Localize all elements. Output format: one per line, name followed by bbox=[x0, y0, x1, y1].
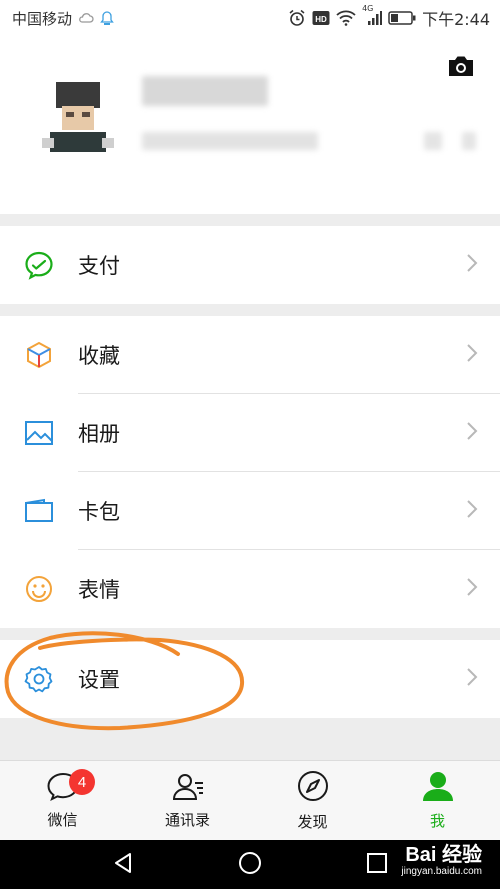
compass-icon bbox=[296, 769, 330, 807]
status-left: 中国移动 bbox=[12, 8, 114, 29]
profile-header[interactable] bbox=[0, 36, 500, 214]
tab-chats[interactable]: 4 微信 bbox=[0, 761, 125, 840]
hd-icon: HD bbox=[312, 10, 330, 26]
menu-item-stickers[interactable]: 表情 bbox=[0, 550, 500, 628]
menu-item-favorites[interactable]: 收藏 bbox=[0, 316, 500, 394]
chevron-right-icon bbox=[466, 343, 478, 367]
carrier-label: 中国移动 bbox=[12, 9, 73, 28]
wallet-icon bbox=[22, 248, 56, 282]
recent-apps-icon[interactable] bbox=[365, 851, 389, 879]
settings-section: 设置 bbox=[0, 640, 500, 718]
watermark-brand: Bai 经验 bbox=[405, 844, 482, 866]
menu-label-pay: 支付 bbox=[78, 254, 120, 278]
tab-label-me: 我 bbox=[429, 812, 445, 830]
chevron-right-icon bbox=[466, 667, 478, 691]
cube-icon bbox=[22, 338, 56, 372]
chevron-redacted bbox=[462, 132, 476, 150]
alarm-icon bbox=[288, 9, 306, 27]
wifi-icon bbox=[336, 10, 356, 26]
contacts-icon bbox=[171, 771, 205, 805]
status-bar: 中国移动 HD 4G 下午2:44 bbox=[0, 0, 500, 36]
bottom-tab-bar: 4 微信 通讯录 发现 我 bbox=[0, 760, 500, 840]
chevron-right-icon bbox=[466, 421, 478, 445]
qr-code-redacted[interactable] bbox=[424, 132, 442, 150]
battery-icon bbox=[388, 11, 416, 25]
menu-label-cards: 卡包 bbox=[78, 500, 120, 524]
tools-section: 收藏 相册 卡包 表情 bbox=[0, 316, 500, 628]
watermark-url: jingyan.baidu.com bbox=[401, 866, 482, 877]
chevron-right-icon bbox=[466, 499, 478, 523]
cloud-icon bbox=[78, 12, 94, 24]
back-icon[interactable] bbox=[111, 851, 135, 879]
menu-label-stickers: 表情 bbox=[78, 578, 120, 602]
menu-item-album[interactable]: 相册 bbox=[0, 394, 500, 472]
smiley-icon bbox=[22, 572, 56, 606]
avatar[interactable] bbox=[42, 76, 114, 152]
wechat-id-redacted bbox=[142, 132, 318, 150]
network-type-label: 4G bbox=[362, 4, 374, 13]
person-icon bbox=[421, 770, 455, 806]
menu-label-album: 相册 bbox=[78, 422, 120, 446]
nickname-redacted bbox=[142, 76, 268, 106]
menu-item-settings[interactable]: 设置 bbox=[0, 640, 500, 718]
svg-text:HD: HD bbox=[315, 15, 327, 24]
notification-icon bbox=[100, 10, 114, 26]
menu-item-cards[interactable]: 卡包 bbox=[0, 472, 500, 550]
tab-contacts[interactable]: 通讯录 bbox=[125, 761, 250, 840]
baidu-watermark: Bai 经验 jingyan.baidu.com bbox=[401, 845, 482, 877]
card-icon bbox=[22, 494, 56, 528]
tab-label-chats: 微信 bbox=[47, 811, 78, 829]
chevron-right-icon bbox=[466, 253, 478, 277]
tab-me[interactable]: 我 bbox=[375, 761, 500, 840]
image-icon bbox=[22, 416, 56, 450]
tab-label-contacts: 通讯录 bbox=[164, 811, 210, 829]
clock-label: 下午2:44 bbox=[422, 10, 490, 29]
tab-discover[interactable]: 发现 bbox=[250, 761, 375, 840]
tab-label-discover: 发现 bbox=[297, 813, 328, 831]
chevron-right-icon bbox=[466, 577, 478, 601]
status-right: HD 4G 下午2:44 bbox=[288, 4, 490, 30]
unread-badge: 4 bbox=[69, 769, 95, 795]
home-icon[interactable] bbox=[237, 850, 263, 880]
menu-item-pay[interactable]: 支付 bbox=[0, 226, 500, 304]
camera-icon[interactable] bbox=[446, 54, 476, 82]
menu-label-settings: 设置 bbox=[78, 668, 120, 692]
pay-section: 支付 bbox=[0, 226, 500, 304]
signal-icon: 4G bbox=[362, 4, 383, 26]
gear-icon bbox=[22, 662, 56, 696]
menu-label-favorites: 收藏 bbox=[78, 344, 120, 368]
